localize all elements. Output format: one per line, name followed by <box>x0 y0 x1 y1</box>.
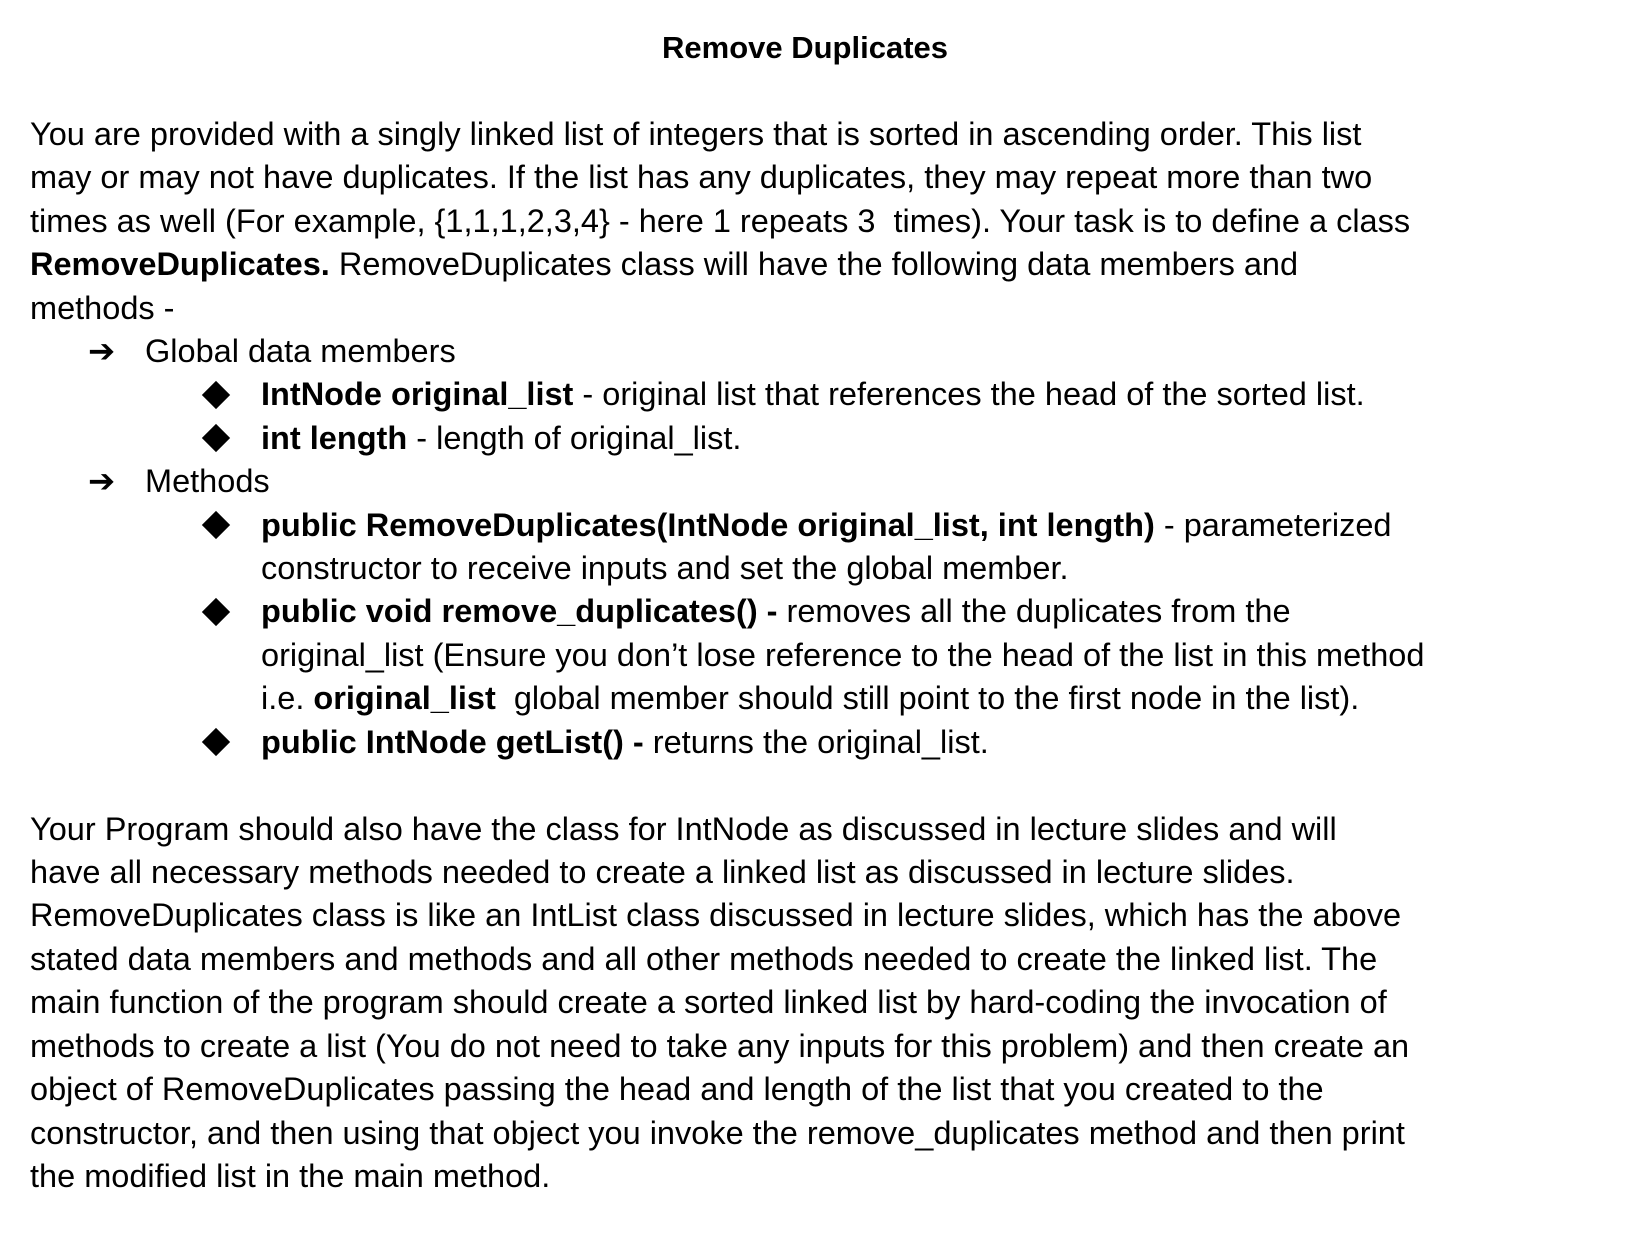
text: stated data members and methods and all … <box>30 940 1378 977</box>
text: returns the original_list. <box>643 723 989 760</box>
text: Your Program should also have the class … <box>30 810 1337 847</box>
text-line: You are provided with a singly linked li… <box>30 113 1610 156</box>
bold-text: int length <box>261 419 408 456</box>
text: methods to create a list (You do not nee… <box>30 1027 1410 1064</box>
text: have all necessary methods needed to cre… <box>30 854 1295 891</box>
text: removes all the duplicates from the <box>777 593 1291 630</box>
text: constructor, and then using that object … <box>30 1114 1405 1151</box>
text-line: methods to create a list (You do not nee… <box>30 1025 1610 1068</box>
list-item: ➔ Global data members <box>30 330 1610 373</box>
document: Remove Duplicates You are provided with … <box>30 26 1610 1198</box>
text-line: RemoveDuplicates class is like an IntLis… <box>30 894 1610 937</box>
text: i.e. <box>261 680 314 717</box>
text: - parameterized <box>1154 506 1392 543</box>
bold-text: RemoveDuplicates. <box>30 246 330 283</box>
text: - length of original_list. <box>407 419 742 456</box>
list-item: int length - length of original_list. <box>30 417 1610 460</box>
list-item: public IntNode getList() - returns the o… <box>30 721 1610 764</box>
diamond-bullet-icon <box>201 417 231 460</box>
text: the modified list in the main method. <box>30 1157 551 1194</box>
text-line: times as well (For example, {1,1,1,2,3,4… <box>30 200 1610 243</box>
text-line: Your Program should also have the class … <box>30 808 1610 851</box>
bold-text: original_list <box>313 680 496 717</box>
list-item: public RemoveDuplicates(IntNode original… <box>30 504 1610 547</box>
text: methods - <box>30 289 175 326</box>
text-line: original_list (Ensure you don’t lose ref… <box>30 634 1610 677</box>
bold-text: public RemoveDuplicates(IntNode original… <box>261 506 1155 543</box>
text: Global data members <box>145 332 456 369</box>
list-item: ➔ Methods <box>30 460 1610 503</box>
text-line: constructor, and then using that object … <box>30 1112 1610 1155</box>
text-line: main function of the program should crea… <box>30 981 1610 1024</box>
text: RemoveDuplicates class will have the fol… <box>329 246 1299 283</box>
text: original_list (Ensure you don’t lose ref… <box>261 636 1425 673</box>
bold-text: public IntNode getList() - <box>261 723 644 760</box>
text: object of RemoveDuplicates passing the h… <box>30 1071 1324 1108</box>
text: constructor to receive inputs and set th… <box>261 550 1069 587</box>
text: main function of the program should crea… <box>30 984 1387 1021</box>
list-item: IntNode original_list - original list th… <box>30 373 1610 416</box>
diamond-bullet-icon <box>201 721 231 764</box>
text: - original list that references the head… <box>573 376 1365 413</box>
text: may or may not have duplicates. If the l… <box>30 159 1373 196</box>
list-item: public void remove_duplicates() - remove… <box>30 590 1610 633</box>
arrow-bullet-icon: ➔ <box>88 332 116 369</box>
text-line: stated data members and methods and all … <box>30 938 1610 981</box>
text-line: constructor to receive inputs and set th… <box>30 547 1610 590</box>
bold-text: IntNode original_list <box>261 376 574 413</box>
text-line: have all necessary methods needed to cre… <box>30 851 1610 894</box>
document-body: You are provided with a singly linked li… <box>30 113 1610 1199</box>
page-title: Remove Duplicates <box>662 30 948 65</box>
diamond-bullet-icon <box>201 590 231 633</box>
text: times as well (For example, {1,1,1,2,3,4… <box>30 202 1411 239</box>
text-line: may or may not have duplicates. If the l… <box>30 156 1610 199</box>
diamond-bullet-icon <box>201 504 231 547</box>
text-line: RemoveDuplicates. RemoveDuplicates class… <box>30 243 1610 286</box>
text-line: i.e. original_list global member should … <box>30 677 1610 720</box>
text: You are provided with a singly linked li… <box>30 115 1362 152</box>
text: Methods <box>145 463 270 500</box>
arrow-bullet-icon: ➔ <box>88 463 116 500</box>
text: RemoveDuplicates class is like an IntLis… <box>30 897 1402 934</box>
bold-text: public void remove_duplicates() - <box>261 593 778 630</box>
text-line: methods - <box>30 287 1610 330</box>
text-line: the modified list in the main method. <box>30 1155 1610 1198</box>
text: global member should still point to the … <box>495 680 1360 717</box>
diamond-bullet-icon <box>201 373 231 416</box>
text-line: object of RemoveDuplicates passing the h… <box>30 1068 1610 1111</box>
